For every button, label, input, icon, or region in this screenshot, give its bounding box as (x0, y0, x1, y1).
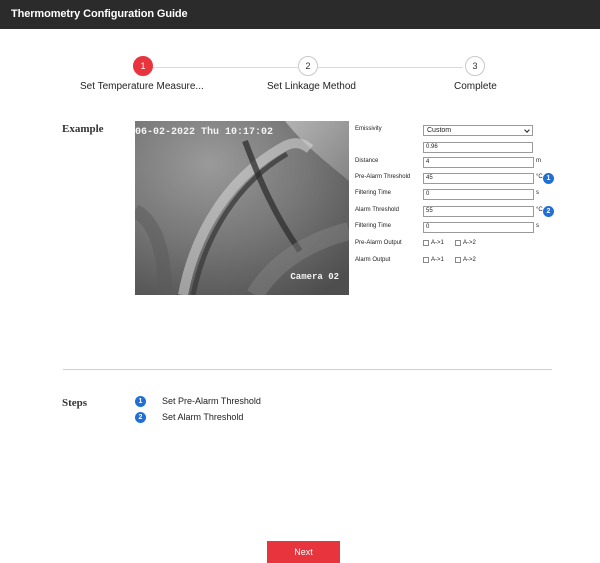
alarm-output-row: Alarm Output A->1 A->2 (355, 256, 555, 268)
pre-alarm-threshold-input[interactable]: 45 (423, 173, 534, 184)
pre-alarm-threshold-row: Pre-Alarm Threshold 45 °C 1 (355, 173, 555, 185)
list-item: 2 Set Alarm Threshold (135, 412, 335, 424)
step-2-indicator: 2 (298, 56, 318, 76)
osd-camera-name: Camera 02 (290, 272, 339, 282)
pre-alarm-threshold-unit: °C (536, 174, 543, 180)
step-1-indicator: 1 (133, 56, 153, 76)
filtering-time-1-row: Filtering Time 0 s (355, 189, 555, 201)
emissivity-value-row: 0.96 (355, 142, 555, 154)
checkbox[interactable] (423, 257, 429, 263)
distance-input[interactable]: 4 (423, 157, 534, 168)
filtering-time-2-input[interactable]: 0 (423, 222, 534, 233)
section-divider (63, 369, 552, 370)
window-title: Thermometry Configuration Guide (11, 8, 188, 20)
pre-alarm-output-row: Pre-Alarm Output A->1 A->2 (355, 239, 555, 251)
step-3-indicator: 3 (465, 56, 485, 76)
emissivity-value-input[interactable]: 0.96 (423, 142, 533, 153)
step-1-text: Set Pre-Alarm Threshold (162, 396, 261, 406)
alarm-threshold-label: Alarm Threshold (355, 207, 399, 213)
step-2-badge: 2 (135, 412, 146, 423)
checkbox[interactable] (455, 257, 461, 263)
distance-row: Distance 4 m (355, 157, 555, 169)
alarm-output-a2[interactable]: A->2 (455, 257, 476, 265)
thermal-image (135, 121, 349, 295)
filtering-time-2-unit: s (536, 223, 539, 229)
pre-alarm-output-a2[interactable]: A->2 (455, 240, 476, 248)
checkbox[interactable] (455, 240, 461, 246)
alarm-threshold-input[interactable]: 55 (423, 206, 534, 217)
pre-alarm-output-a1[interactable]: A->1 (423, 240, 444, 248)
osd-datetime: 06-02-2022 Thu 10:17:02 (135, 127, 274, 138)
alarm-output-a1[interactable]: A->1 (423, 257, 444, 265)
title-bar: Thermometry Configuration Guide (0, 0, 600, 29)
filtering-time-1-label: Filtering Time (355, 190, 392, 196)
filtering-time-2-label: Filtering Time (355, 223, 392, 229)
emissivity-label: Emissivity (355, 126, 382, 132)
step-connector (153, 67, 298, 68)
step-1-badge: 1 (543, 173, 554, 184)
alarm-threshold-unit: °C (536, 207, 543, 213)
steps-heading: Steps (62, 397, 88, 409)
thermal-camera-preview: 06-02-2022 Thu 10:17:02 Camera 02 (135, 121, 349, 295)
list-item: 1 Set Pre-Alarm Threshold (135, 396, 335, 408)
example-heading: Example (62, 123, 104, 135)
wizard-stepper: 1 2 3 Set Temperature Measure... Set Lin… (0, 56, 600, 96)
step-1-label: Set Temperature Measure... (80, 81, 204, 92)
next-button[interactable]: Next (267, 541, 340, 563)
checkbox[interactable] (423, 240, 429, 246)
distance-label: Distance (355, 158, 379, 164)
emissivity-select[interactable]: Custom (423, 125, 533, 136)
distance-unit: m (536, 158, 541, 164)
step-2-text: Set Alarm Threshold (162, 412, 244, 422)
chevron-down-icon (524, 127, 530, 133)
step-2-label: Set Linkage Method (267, 81, 356, 92)
alarm-threshold-row: Alarm Threshold 55 °C 2 (355, 206, 555, 218)
emissivity-row: Emissivity Custom (355, 125, 555, 137)
step-connector (318, 67, 463, 68)
step-3-label: Complete (454, 81, 497, 92)
step-1-badge: 1 (135, 396, 146, 407)
filtering-time-1-input[interactable]: 0 (423, 189, 534, 200)
pre-alarm-threshold-label: Pre-Alarm Threshold (355, 174, 411, 180)
filtering-time-2-row: Filtering Time 0 s (355, 222, 555, 234)
emissivity-selected-value: Custom (427, 127, 452, 134)
step-2-badge: 2 (543, 206, 554, 217)
pre-alarm-output-label: Pre-Alarm Output (355, 240, 402, 246)
filtering-time-1-unit: s (536, 190, 539, 196)
alarm-output-label: Alarm Output (355, 257, 391, 263)
